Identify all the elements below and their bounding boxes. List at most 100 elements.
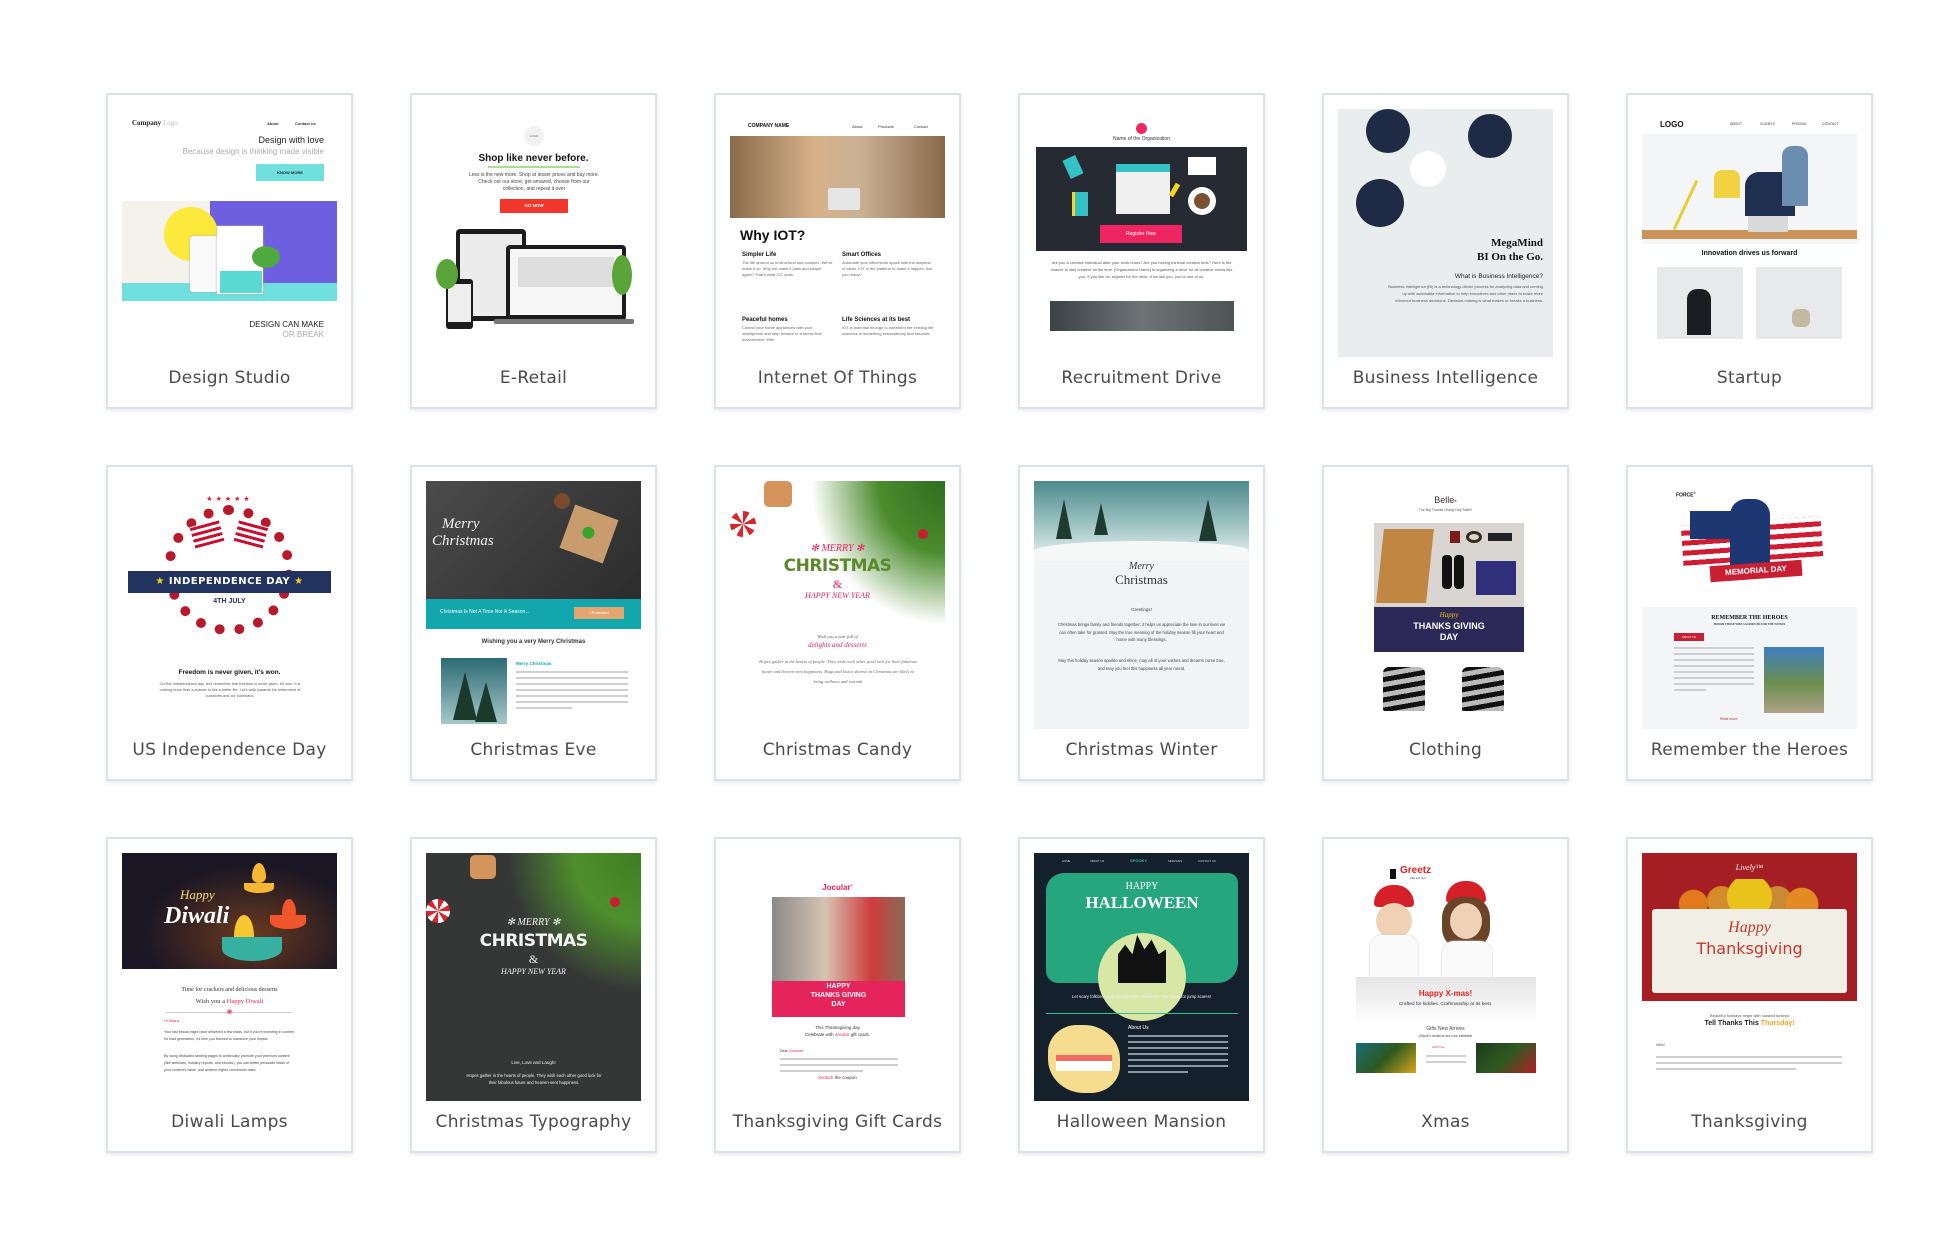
- preview-brand: FORCE®: [1676, 491, 1696, 499]
- template-card-christmas-typography[interactable]: ✻ MERRY ✻ CHRISTMAS & HAPPY NEW YEAR Liv…: [410, 837, 657, 1153]
- template-preview: COMPANY NAME About Products Contact Why …: [730, 109, 945, 357]
- preview-merry: Merry: [1129, 561, 1154, 572]
- template-card-internet-of-things[interactable]: COMPANY NAME About Products Contact Why …: [714, 93, 961, 409]
- preview-hero-text: Christmas: [432, 533, 494, 549]
- template-card-christmas-winter[interactable]: Merry Christmas Greetings! Christmas bri…: [1018, 465, 1265, 781]
- template-card-e-retail[interactable]: LOGO Shop like never before. Less is the…: [410, 93, 657, 409]
- preview-footer-line: DESIGN CAN MAKE: [249, 320, 324, 329]
- preview-wish: Wish you a year full of: [817, 634, 858, 639]
- template-card-us-independence-day[interactable]: ★★★★★ ★ INDEPENDENCE DAY ★ 4TH JULY Free…: [106, 465, 353, 781]
- preview-line: Celebrate with Jocular gift cards.: [804, 1032, 871, 1037]
- preview-section-title: Smart Offices: [842, 252, 882, 258]
- preview-new-year: HAPPY NEW YEAR: [501, 967, 566, 976]
- preview-banner-text: Happy: [1439, 611, 1459, 619]
- template-preview: Greetz Gifts and Toys Happy X-mas! Craft…: [1338, 853, 1553, 1101]
- preview-body: By using dedicated landing pages to cont…: [164, 1054, 290, 1072]
- preview-subtitle: Merry Christmas: [516, 661, 552, 666]
- preview-nav-item: CONTACT: [1822, 122, 1839, 126]
- preview-subtitle: HONOR THOSE WHO SACRIFICED FOR THE NATIO…: [1713, 623, 1786, 626]
- preview-hero-text: Diwali: [164, 903, 230, 929]
- template-card-christmas-eve[interactable]: Merry Christmas Christmas Is Not A Time …: [410, 465, 657, 781]
- gingerbread-icon: [764, 481, 792, 507]
- template-preview: FORCE® MEMORIAL DAY REMEMBER THE HEROES …: [1642, 481, 1857, 729]
- product-image: [1476, 1043, 1536, 1073]
- preview-section-title: About Us: [1128, 1025, 1149, 1031]
- preview-headline: Innovation drives us forward: [1701, 250, 1798, 257]
- laurel-wreath-icon: [164, 505, 294, 635]
- preview-banner: ★ INDEPENDENCE DAY ★: [128, 571, 331, 593]
- preview-merry: ✻ MERRY ✻: [810, 543, 865, 554]
- template-card-thanksgiving[interactable]: Lively™ Happy Thanksgiving Beautiful hol…: [1626, 837, 1873, 1153]
- preview-nav-item: SERVICES: [1168, 859, 1183, 863]
- preview-tagline: The Big Thanks Giving Day Sale!!!: [1418, 508, 1473, 512]
- preview-nav-item: CONTACT US: [1198, 859, 1216, 863]
- template-card-recruitment-drive[interactable]: Name of the Organization Register Now Ar…: [1018, 93, 1265, 409]
- template-title: Startup: [1716, 368, 1783, 388]
- template-card-christmas-candy[interactable]: ✻ MERRY ✻ CHRISTMAS & HAPPY NEW YEAR Wis…: [714, 465, 961, 781]
- lollipop-icon: [730, 511, 756, 537]
- sweater-image: [1462, 667, 1504, 711]
- template-card-remember-the-heroes[interactable]: FORCE® MEMORIAL DAY REMEMBER THE HEROES …: [1626, 465, 1873, 781]
- preview-image: [1756, 267, 1842, 339]
- preview-banner: HAPPY THANKS GIVING DAY: [772, 981, 905, 1017]
- template-title: Christmas Winter: [1065, 740, 1218, 760]
- preview-headline: Why IOT?: [740, 227, 806, 243]
- preview-hero-text: HAPPY: [1125, 881, 1159, 892]
- preview-greeting: Hi Shara,: [164, 1019, 180, 1023]
- template-card-business-intelligence[interactable]: MegaMind BI On the Go. What is Business …: [1322, 93, 1569, 409]
- preview-banner-text: DAY: [1439, 632, 1459, 642]
- preview-logo: LOGO: [1660, 120, 1684, 129]
- preview-hero-text: HALLOWEEN: [1085, 893, 1199, 912]
- stars-icon: ★★★★★: [206, 496, 253, 503]
- template-preview: Happy Diwali Time for crackers and delic…: [122, 853, 337, 1101]
- preview-line: Time for crackers and delicious desserts: [181, 987, 278, 993]
- preview-hero-image: HAPPY HALLOWEEN: [1046, 873, 1238, 1021]
- preview-banner-text: THANKS GIVING: [810, 992, 867, 999]
- preview-subtitle: Beautiful holidays begin with roasted tu…: [1710, 1013, 1789, 1018]
- preview-hero-image: [1374, 523, 1524, 607]
- preview-headline: Freedom is never given, it's won.: [178, 669, 281, 676]
- template-card-diwali-lamps[interactable]: Happy Diwali Time for crackers and delic…: [106, 837, 353, 1153]
- template-card-startup[interactable]: LOGO ABOUT CLIENTS PRICING CONTACT Innov…: [1626, 93, 1873, 409]
- preview-section-body: Control your home appliances with your s…: [742, 325, 822, 342]
- preview-link: Read more: [1720, 717, 1738, 721]
- preview-hero-image: [1034, 481, 1249, 561]
- template-title: US Independence Day: [132, 740, 327, 760]
- preview-nav-item: Contact: [914, 124, 928, 129]
- template-preview: HOME ABOUT US SPOOKY SERVICES CONTACT US…: [1034, 853, 1249, 1101]
- preview-cta: Scratch the coupon: [818, 1075, 857, 1080]
- ornament-icon: ❀: [226, 1009, 233, 1016]
- preview-cta: Register Now: [1100, 225, 1182, 243]
- preview-banner-text: HAPPY: [826, 983, 851, 990]
- template-card-halloween-mansion[interactable]: HOME ABOUT US SPOOKY SERVICES CONTACT US…: [1018, 837, 1265, 1153]
- preview-christmas: CHRISTMAS: [479, 931, 588, 951]
- template-title: Recruitment Drive: [1061, 368, 1222, 388]
- preview-hero-image: Register Now: [1036, 147, 1247, 251]
- preview-nav-item: Contact us: [295, 121, 316, 126]
- preview-wish-accent: delights and desserts: [808, 641, 867, 649]
- preview-brand: Jocular®: [822, 883, 853, 892]
- star-logo-icon: [1136, 123, 1147, 134]
- preview-line: Wish you a Happy Diwali: [195, 998, 264, 1005]
- template-preview: Merry Christmas Christmas Is Not A Time …: [426, 481, 641, 729]
- template-title: Halloween Mansion: [1056, 1112, 1227, 1132]
- product-image: [1356, 1043, 1416, 1073]
- preview-headline: Happy X-mas!: [1418, 989, 1473, 998]
- preview-nav-item: CLIENTS: [1760, 122, 1775, 126]
- gingerbread-icon: [470, 855, 496, 879]
- sweater-image: [1383, 667, 1425, 711]
- preview-christmas: CHRISTMAS: [783, 556, 892, 576]
- template-card-xmas[interactable]: Greetz Gifts and Toys Happy X-mas! Craft…: [1322, 837, 1569, 1153]
- preview-body: Hopes gather in the hearts of people. Th…: [759, 659, 917, 684]
- preview-hero-text: Happy: [180, 887, 215, 902]
- preview-section-sub: Lilliput's lanterns are now lullabies!: [1418, 1034, 1473, 1038]
- template-card-clothing[interactable]: Belle▪ The Big Thanks Giving Day Sale!!!…: [1322, 465, 1569, 781]
- template-card-thanksgiving-gift-cards[interactable]: Jocular® HAPPY THANKS GIVING DAY This Th…: [714, 837, 961, 1153]
- preview-brand: Greetz: [1400, 865, 1432, 876]
- preview-body: Hopes gather in the hearts of people. Th…: [466, 1073, 602, 1085]
- template-card-design-studio[interactable]: Company Logo About Contact us Design wit…: [106, 93, 353, 409]
- template-title: Design Studio: [168, 368, 291, 388]
- template-preview: MegaMind BI On the Go. What is Business …: [1338, 109, 1553, 357]
- preview-body: Let scary folklores hug you tight this H…: [1072, 994, 1211, 999]
- template-title: Thanksgiving: [1691, 1112, 1808, 1132]
